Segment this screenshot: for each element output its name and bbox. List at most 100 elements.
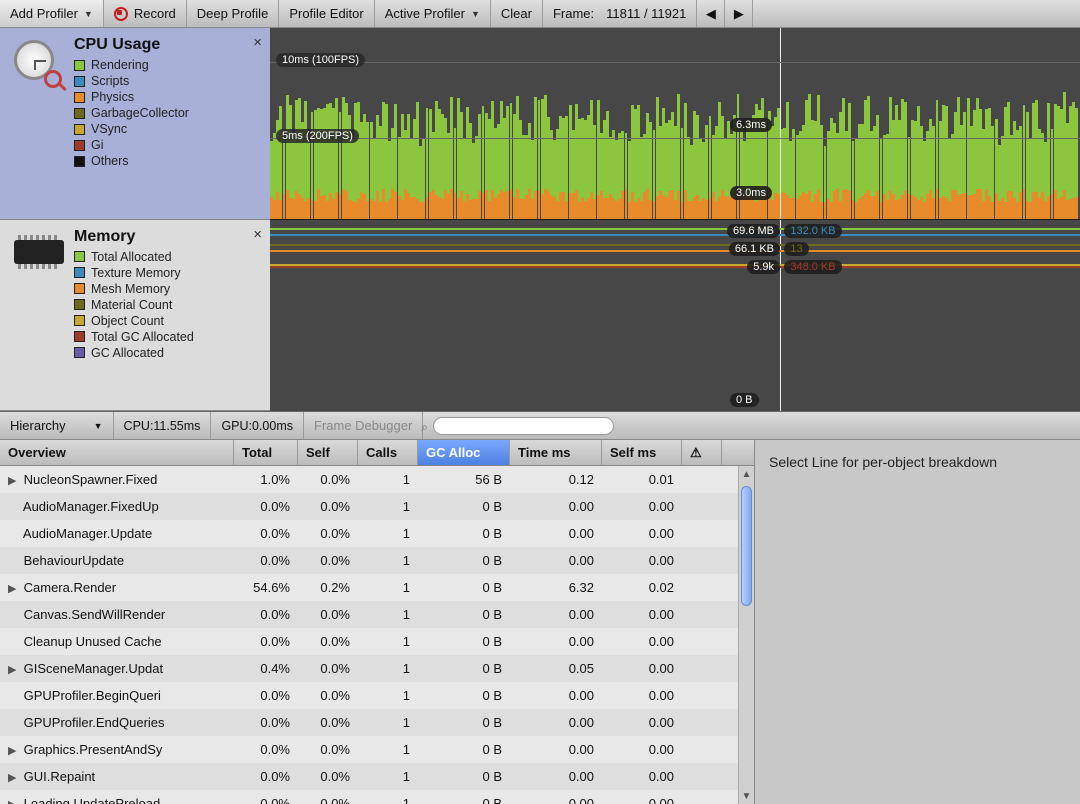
legend-label: Physics bbox=[91, 90, 134, 104]
cell: GPUProfiler.BeginQueri bbox=[0, 688, 234, 703]
memory-panel-title: Memory bbox=[74, 228, 260, 246]
profile-editor-label: Profile Editor bbox=[289, 6, 363, 21]
hierarchy-dropdown[interactable]: Hierarchy ▼ bbox=[0, 412, 114, 439]
legend-item[interactable]: Others bbox=[74, 154, 260, 168]
legend-item[interactable]: Gi bbox=[74, 138, 260, 152]
col-overview[interactable]: Overview bbox=[0, 440, 234, 465]
table-body: ▶ NucleonSpawner.Fixed1.0%0.0%156 B0.120… bbox=[0, 466, 754, 804]
col-warn[interactable]: ⚠ bbox=[682, 440, 722, 465]
legend-item[interactable]: Total GC Allocated bbox=[74, 330, 260, 344]
expand-icon[interactable]: ▶ bbox=[8, 744, 20, 757]
frame-debugger-button[interactable]: Frame Debugger bbox=[304, 412, 423, 439]
cell: 0.0% bbox=[298, 499, 358, 514]
timeline-scrubber[interactable] bbox=[780, 220, 781, 412]
profile-editor-button[interactable]: Profile Editor bbox=[279, 0, 374, 27]
cell: Cleanup Unused Cache bbox=[0, 634, 234, 649]
legend-item[interactable]: Texture Memory bbox=[74, 266, 260, 280]
cell: 0.0% bbox=[298, 661, 358, 676]
cell: 6.32 bbox=[510, 580, 602, 595]
measurement-label: 66.1 KB bbox=[729, 242, 780, 256]
memory-panel[interactable]: × Memory Total Allocated Texture Memory Me… bbox=[0, 220, 270, 412]
cpu-panel[interactable]: × CPU Usage Rendering Scripts Physics Garba… bbox=[0, 28, 270, 220]
frame-indicator: Frame: 11811 / 11921 bbox=[543, 0, 697, 27]
legend-swatch bbox=[74, 299, 85, 310]
legend-item[interactable]: Rendering bbox=[74, 58, 260, 72]
table-row[interactable]: ▶ GISceneManager.Updat0.4%0.0%10 B0.050.… bbox=[0, 655, 754, 682]
timeline-scrubber[interactable] bbox=[780, 28, 781, 219]
col-calls[interactable]: Calls bbox=[358, 440, 418, 465]
prev-frame-button[interactable]: ◀ bbox=[697, 0, 725, 27]
stopwatch-icon bbox=[14, 40, 60, 86]
legend-swatch bbox=[74, 283, 85, 294]
table-header: Overview Total Self Calls GC Alloc Time … bbox=[0, 440, 754, 466]
table-row[interactable]: AudioManager.FixedUp0.0%0.0%10 B0.000.00 bbox=[0, 493, 754, 520]
next-frame-button[interactable]: ▶ bbox=[725, 0, 753, 27]
table-row[interactable]: BehaviourUpdate0.0%0.0%10 B0.000.00 bbox=[0, 547, 754, 574]
cell: 1 bbox=[358, 688, 418, 703]
cell: 0.0% bbox=[298, 742, 358, 757]
legend-item[interactable]: Total Allocated bbox=[74, 250, 260, 264]
table-row[interactable]: ▶ GUI.Repaint0.0%0.0%10 B0.000.00 bbox=[0, 763, 754, 790]
table-row[interactable]: AudioManager.Update0.0%0.0%10 B0.000.00 bbox=[0, 520, 754, 547]
col-total[interactable]: Total bbox=[234, 440, 298, 465]
legend-item[interactable]: GC Allocated bbox=[74, 346, 260, 360]
close-icon[interactable]: × bbox=[253, 34, 262, 51]
table-row[interactable]: GPUProfiler.EndQueries0.0%0.0%10 B0.000.… bbox=[0, 709, 754, 736]
col-gc-alloc[interactable]: GC Alloc bbox=[418, 440, 510, 465]
cell: AudioManager.Update bbox=[0, 526, 234, 541]
active-profiler-dropdown[interactable]: Active Profiler ▼ bbox=[375, 0, 491, 27]
legend-item[interactable]: Mesh Memory bbox=[74, 282, 260, 296]
col-self-ms[interactable]: Self ms bbox=[602, 440, 682, 465]
memory-graph[interactable]: 69.6 MB66.1 KB5.9k132.0 KB13348.0 KB0 B bbox=[270, 220, 1080, 412]
measurement-label: 3.0ms bbox=[730, 186, 772, 200]
cell: 0.0% bbox=[298, 634, 358, 649]
col-self[interactable]: Self bbox=[298, 440, 358, 465]
expand-icon[interactable]: ▶ bbox=[8, 798, 20, 804]
cell: ▶ Graphics.PresentAndSy bbox=[0, 742, 234, 757]
legend-swatch bbox=[74, 92, 85, 103]
clear-button[interactable]: Clear bbox=[491, 0, 543, 27]
legend-label: Texture Memory bbox=[91, 266, 181, 280]
expand-icon[interactable]: ▶ bbox=[8, 663, 20, 676]
add-profiler-dropdown[interactable]: Add Profiler ▼ bbox=[0, 0, 104, 27]
detail-empty-msg: Select Line for per-object breakdown bbox=[769, 454, 1066, 470]
col-time-ms[interactable]: Time ms bbox=[510, 440, 602, 465]
measurement-label: 5.9k bbox=[747, 260, 780, 274]
table-row[interactable]: ▶ Loading.UpdatePreload0.0%0.0%10 B0.000… bbox=[0, 790, 754, 804]
table-row[interactable]: ▶ Graphics.PresentAndSy0.0%0.0%10 B0.000… bbox=[0, 736, 754, 763]
cell: 1 bbox=[358, 553, 418, 568]
cell: 0.0% bbox=[234, 607, 298, 622]
table-row[interactable]: Cleanup Unused Cache0.0%0.0%10 B0.000.00 bbox=[0, 628, 754, 655]
legend-item[interactable]: Material Count bbox=[74, 298, 260, 312]
table-row[interactable]: Canvas.SendWillRender0.0%0.0%10 B0.000.0… bbox=[0, 601, 754, 628]
search-input[interactable] bbox=[433, 417, 614, 435]
expand-icon[interactable]: ▶ bbox=[8, 582, 20, 595]
legend-label: Material Count bbox=[91, 298, 172, 312]
legend-item[interactable]: Physics bbox=[74, 90, 260, 104]
scrollbar[interactable]: ▲ ▼ bbox=[738, 466, 754, 804]
expand-icon[interactable]: ▶ bbox=[8, 771, 20, 784]
cell: 0.0% bbox=[234, 688, 298, 703]
cell: 0.0% bbox=[234, 499, 298, 514]
scroll-up-icon[interactable]: ▲ bbox=[739, 466, 754, 482]
scroll-down-icon[interactable]: ▼ bbox=[739, 788, 754, 804]
cpu-graph[interactable]: 10ms (100FPS)5ms (200FPS)6.3ms3.0ms bbox=[270, 28, 1080, 220]
cell: 1 bbox=[358, 472, 418, 487]
legend-item[interactable]: VSync bbox=[74, 122, 260, 136]
expand-icon[interactable]: ▶ bbox=[8, 474, 20, 487]
legend-item[interactable]: GarbageCollector bbox=[74, 106, 260, 120]
scrollbar-thumb[interactable] bbox=[741, 486, 752, 606]
close-icon[interactable]: × bbox=[253, 226, 262, 243]
table-row[interactable]: GPUProfiler.BeginQueri0.0%0.0%10 B0.000.… bbox=[0, 682, 754, 709]
legend-item[interactable]: Object Count bbox=[74, 314, 260, 328]
deep-profile-button[interactable]: Deep Profile bbox=[187, 0, 280, 27]
cell: 0.00 bbox=[510, 715, 602, 730]
table-row[interactable]: ▶ Camera.Render54.6%0.2%10 B6.320.02 bbox=[0, 574, 754, 601]
record-button[interactable]: Record bbox=[104, 0, 187, 27]
legend-item[interactable]: Scripts bbox=[74, 74, 260, 88]
cell: 1 bbox=[358, 715, 418, 730]
legend-swatch bbox=[74, 76, 85, 87]
cell: 0.00 bbox=[510, 526, 602, 541]
cpu-panel-title: CPU Usage bbox=[74, 36, 260, 54]
table-row[interactable]: ▶ NucleonSpawner.Fixed1.0%0.0%156 B0.120… bbox=[0, 466, 754, 493]
